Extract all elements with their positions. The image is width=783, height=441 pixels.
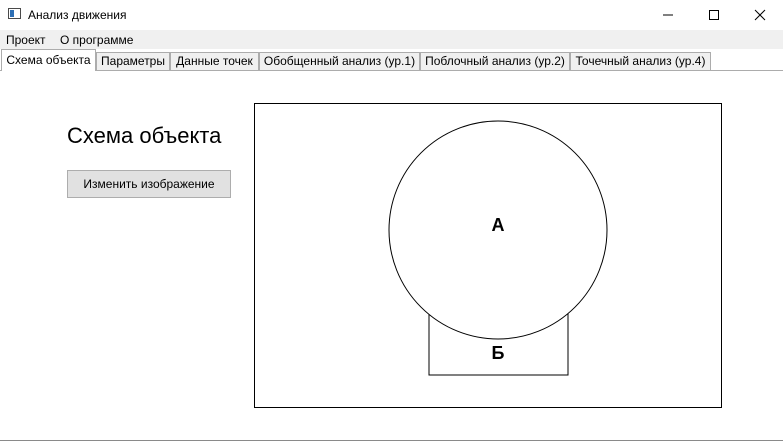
maximize-button[interactable] (691, 0, 737, 30)
tab-parameters[interactable]: Параметры (96, 52, 170, 70)
block-a-label: А (492, 215, 505, 235)
maximize-icon (709, 10, 719, 20)
close-icon (754, 9, 766, 21)
page-title: Схема объекта (67, 123, 222, 148)
tab-content: Схема объекта Изменить изображение А Б (0, 71, 783, 441)
tab-divider (0, 70, 783, 71)
tab-general-analysis[interactable]: Обобщенный анализ (ур.1) (259, 52, 420, 70)
tab-strip: Схема объекта Параметры Данные точек Обо… (0, 49, 783, 71)
minimize-icon (663, 14, 673, 16)
tab-point-analysis[interactable]: Точечный анализ (ур.4) (570, 52, 711, 70)
tab-block-analysis[interactable]: Поблочный анализ (ур.2) (420, 52, 570, 70)
tab-object-scheme[interactable]: Схема объекта (1, 49, 96, 71)
minimize-button[interactable] (645, 0, 691, 30)
tab-point-data[interactable]: Данные точек (170, 52, 259, 70)
window-title: Анализ движения (28, 8, 127, 22)
close-button[interactable] (737, 0, 783, 30)
change-image-button[interactable]: Изменить изображение (67, 170, 231, 198)
object-scheme-canvas: А Б (254, 103, 722, 408)
menu-bar: Проект О программе (0, 30, 783, 49)
app-icon (8, 8, 21, 19)
menu-about[interactable]: О программе (60, 33, 133, 47)
object-diagram: А Б (388, 120, 608, 376)
app-window: Анализ движения Проект О программе Схема… (0, 0, 783, 441)
block-b-label: Б (492, 343, 505, 363)
title-bar[interactable]: Анализ движения (0, 0, 783, 30)
menu-project[interactable]: Проект (6, 33, 46, 47)
